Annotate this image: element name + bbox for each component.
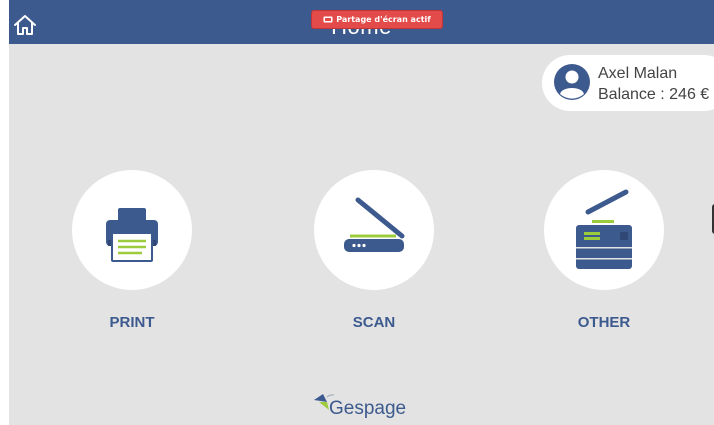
- user-balance: Balance : 246 €: [598, 86, 710, 103]
- screen-share-icon: [323, 16, 333, 22]
- user-avatar-icon: [554, 64, 590, 100]
- app-frame: Home Partage d'écran actif Axel Malan Ba…: [9, 0, 714, 425]
- other-tile[interactable]: OTHER: [544, 170, 664, 331]
- other-label: OTHER: [577, 314, 631, 331]
- gespage-logo-text: Gespage: [329, 398, 407, 419]
- scan-tile[interactable]: SCAN: [314, 170, 434, 331]
- print-label: PRINT: [109, 314, 155, 331]
- copier-icon: [576, 189, 632, 269]
- scanner-icon: [344, 197, 405, 252]
- user-account-pill[interactable]: Axel Malan Balance : 246 €: [542, 55, 714, 111]
- print-tile[interactable]: PRINT: [72, 170, 192, 331]
- scan-button[interactable]: [314, 170, 434, 290]
- other-button[interactable]: [544, 170, 664, 290]
- user-name: Axel Malan: [598, 65, 678, 82]
- gespage-logo: Gespage: [309, 387, 429, 421]
- printer-icon: [106, 208, 158, 262]
- screen-share-badge[interactable]: Partage d'écran actif: [311, 10, 443, 29]
- print-button[interactable]: [72, 170, 192, 290]
- screen-share-label: Partage d'écran actif: [336, 15, 431, 24]
- scan-label: SCAN: [352, 314, 396, 331]
